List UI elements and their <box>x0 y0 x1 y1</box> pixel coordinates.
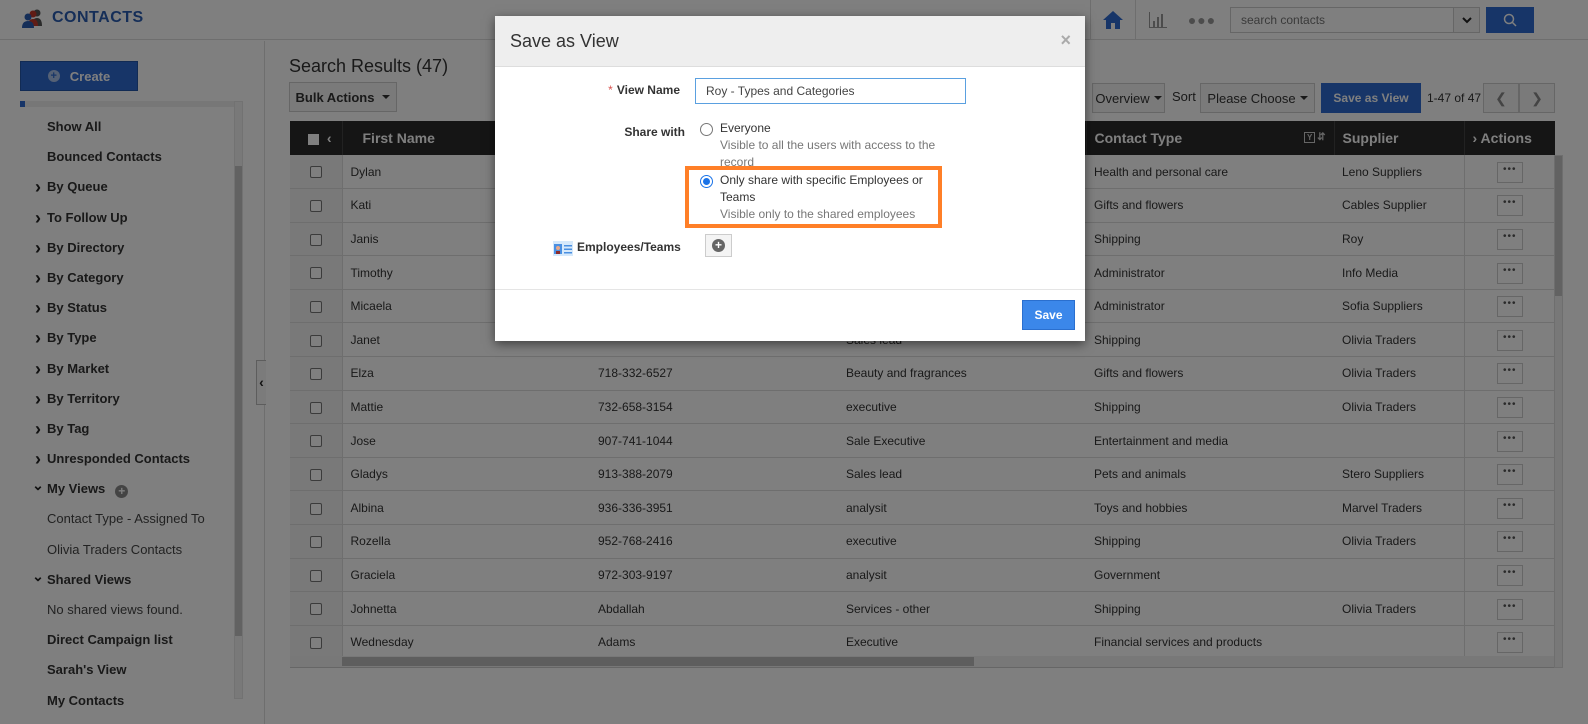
highlight-annotation <box>685 166 942 228</box>
employee-card-icon <box>553 241 573 256</box>
save-as-view-dialog: Save as View × *View Name Share with Eve… <box>495 16 1085 341</box>
dialog-title: Save as View <box>510 31 619 51</box>
view-name-input[interactable] <box>695 78 966 104</box>
share-everyone-radio[interactable] <box>700 123 713 136</box>
close-icon[interactable]: × <box>1060 30 1071 51</box>
required-asterisk: * <box>608 83 613 97</box>
employees-teams-label: Employees/Teams <box>577 240 681 254</box>
share-with-label: Share with <box>624 125 685 139</box>
dialog-header: Save as View × <box>495 16 1085 67</box>
divider <box>495 289 1085 290</box>
view-name-label: * View Name <box>608 83 680 97</box>
plus-circle-icon: + <box>712 239 725 252</box>
share-everyone-label[interactable]: Everyone <box>720 120 771 137</box>
save-button[interactable]: Save <box>1022 300 1075 330</box>
add-employee-button[interactable]: + <box>705 234 732 257</box>
